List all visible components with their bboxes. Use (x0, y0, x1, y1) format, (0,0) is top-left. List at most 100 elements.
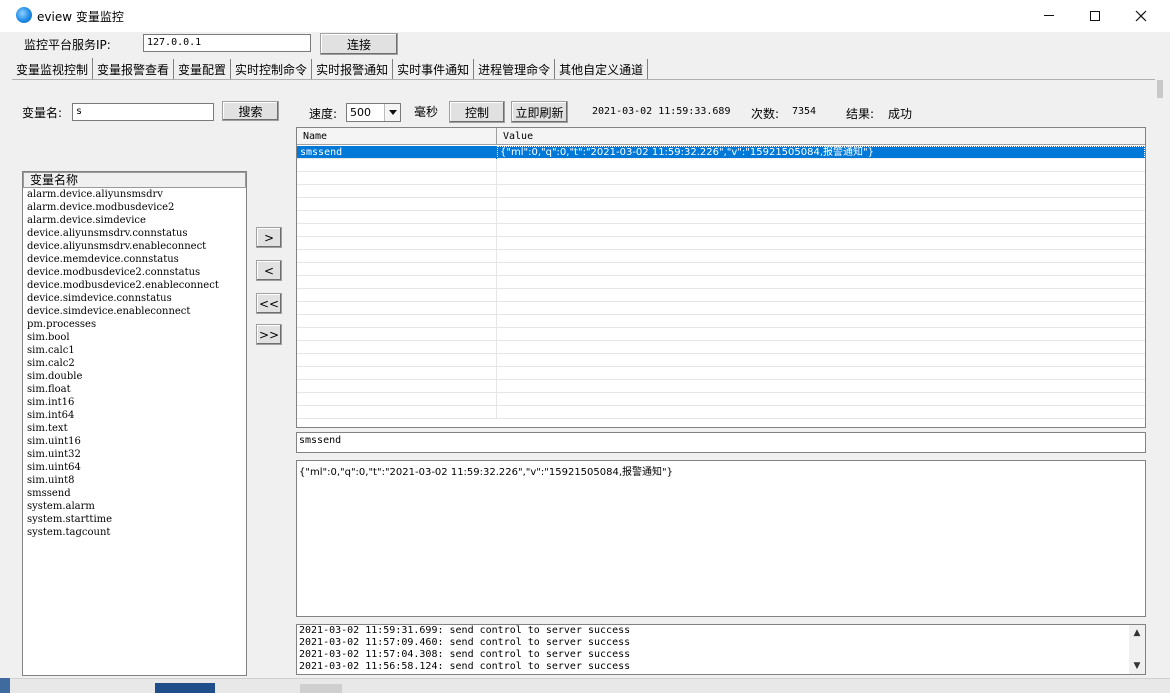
add-variable-button[interactable]: > (256, 227, 282, 248)
control-log[interactable]: 2021-03-02 11:59:31.699: send control to… (296, 624, 1146, 675)
speed-select[interactable]: 500 (346, 103, 401, 122)
tab-variable-config[interactable]: 变量配置 (174, 59, 232, 79)
grid-empty-row[interactable] (297, 341, 1145, 354)
add-all-button[interactable]: >> (256, 324, 282, 345)
variable-list-item[interactable]: device.aliyunsmsdrv.connstatus (23, 227, 246, 240)
tab-custom-channel[interactable]: 其他自定义通道 (555, 59, 649, 79)
grid-empty-row[interactable] (297, 328, 1145, 341)
scroll-up-icon[interactable]: ▲ (1129, 625, 1145, 641)
grid-empty-row[interactable] (297, 406, 1145, 419)
variable-list-item[interactable]: smssend (23, 487, 246, 500)
grid-empty-row[interactable] (297, 172, 1145, 185)
variable-list-items: alarm.device.aliyunsmsdrv alarm.device.mo… (23, 188, 246, 539)
minimize-button[interactable] (1026, 0, 1072, 31)
variable-list-item[interactable]: sim.calc2 (23, 357, 246, 370)
variable-list-item[interactable]: alarm.device.modbusdevice2 (23, 201, 246, 214)
variable-list-item[interactable]: system.starttime (23, 513, 246, 526)
grid-empty-row[interactable] (297, 289, 1145, 302)
tab-realtime-event[interactable]: 实时事件通知 (393, 59, 475, 79)
variable-list-item[interactable]: alarm.device.simdevice (23, 214, 246, 227)
search-button[interactable]: 搜索 (222, 101, 279, 121)
grid-header-value[interactable]: Value (497, 128, 1145, 145)
variable-list-item[interactable]: device.modbusdevice2.enableconnect (23, 279, 246, 292)
selected-value-editor[interactable]: {"ml":0,"q":0,"t":"2021-03-02 11:59:32.2… (296, 460, 1146, 617)
grid-cell-empty (497, 198, 1145, 211)
variable-list-item[interactable]: sim.uint32 (23, 448, 246, 461)
grid-empty-row[interactable] (297, 159, 1145, 172)
grid-cell-empty (497, 367, 1145, 380)
grid-empty-row[interactable] (297, 393, 1145, 406)
grid-empty-row[interactable] (297, 224, 1145, 237)
grid-empty-row[interactable] (297, 276, 1145, 289)
variable-list-item[interactable]: sim.int16 (23, 396, 246, 409)
grid-cell-empty (497, 159, 1145, 172)
grid-empty-row[interactable] (297, 263, 1145, 276)
grid-empty-row[interactable] (297, 250, 1145, 263)
grid-cell-empty (497, 354, 1145, 367)
grid-row[interactable]: smssend {"ml":0,"q":0,"t":"2021-03-02 11:… (297, 146, 1145, 159)
tab-variable-monitor[interactable]: 变量监视控制 (12, 58, 94, 80)
refresh-now-button[interactable]: 立即刷新 (511, 101, 568, 123)
variable-list-item[interactable]: sim.calc1 (23, 344, 246, 357)
variable-listbox[interactable]: 变量名称 alarm.device.aliyunsmsdrv alarm.devi… (22, 171, 247, 676)
grid-cell-empty (497, 328, 1145, 341)
variable-list-item[interactable]: sim.uint64 (23, 461, 246, 474)
scroll-down-icon[interactable]: ▼ (1129, 658, 1145, 674)
variable-list-item[interactable]: device.simdevice.connstatus (23, 292, 246, 305)
server-ip-input[interactable]: 127.0.0.1 (143, 34, 311, 52)
grid-cell-empty (297, 289, 497, 302)
variable-list-item[interactable]: device.modbusdevice2.connstatus (23, 266, 246, 279)
grid-empty-row[interactable] (297, 380, 1145, 393)
variable-list-item[interactable]: alarm.device.aliyunsmsdrv (23, 188, 246, 201)
grid-empty-row[interactable] (297, 315, 1145, 328)
remove-all-button[interactable]: << (256, 293, 282, 314)
grid-empty-row[interactable] (297, 237, 1145, 250)
variable-list-item[interactable]: sim.uint8 (23, 474, 246, 487)
variable-list-item[interactable]: sim.double (23, 370, 246, 383)
remove-variable-button[interactable]: < (256, 260, 282, 281)
grid-empty-row[interactable] (297, 211, 1145, 224)
tab-realtime-control[interactable]: 实时控制命令 (231, 59, 313, 79)
grid-empty-row[interactable] (297, 185, 1145, 198)
connect-button[interactable]: 连接 (320, 33, 398, 55)
variable-list-item[interactable]: sim.float (23, 383, 246, 396)
maximize-button[interactable] (1072, 0, 1118, 31)
grid-cell-empty (497, 224, 1145, 237)
control-button[interactable]: 控制 (449, 101, 505, 123)
variable-list-item[interactable]: sim.uint16 (23, 435, 246, 448)
variable-list-item[interactable]: system.alarm (23, 500, 246, 513)
tab-realtime-alarm[interactable]: 实时报警通知 (312, 59, 394, 79)
variable-search-input[interactable]: s (72, 103, 214, 121)
variable-list-item[interactable]: sim.int64 (23, 409, 246, 422)
grid-cell-empty (297, 354, 497, 367)
grid-cell-empty (297, 263, 497, 276)
close-button[interactable] (1118, 0, 1164, 31)
grid-cell-empty (297, 224, 497, 237)
tab-variable-alarms[interactable]: 变量报警查看 (93, 59, 175, 79)
variable-list-item[interactable]: device.memdevice.connstatus (23, 253, 246, 266)
variable-list-item[interactable]: system.tagcount (23, 526, 246, 539)
grid-cell-empty (497, 393, 1145, 406)
variable-list-item[interactable]: sim.bool (23, 331, 246, 344)
grid-empty-row[interactable] (297, 367, 1145, 380)
window-scrollbar[interactable] (1157, 80, 1163, 98)
log-line: 2021-03-02 11:57:04.308: send control to… (299, 649, 631, 660)
variable-name-label: 变量名: (22, 106, 63, 120)
eview-app-icon (16, 7, 32, 23)
tab-process-management[interactable]: 进程管理命令 (474, 59, 556, 79)
grid-cell-empty (297, 328, 497, 341)
grid-empty-row[interactable] (297, 354, 1145, 367)
variable-list-item[interactable]: pm.processes (23, 318, 246, 331)
selected-name-field[interactable]: smssend (296, 432, 1146, 453)
grid-cell-empty (497, 289, 1145, 302)
grid-empty-row[interactable] (297, 302, 1145, 315)
value-grid[interactable]: Name Value smssend {"ml":0,"q":0,"t":"202… (296, 127, 1146, 428)
variable-list-item[interactable]: device.aliyunsmsdrv.enableconnect (23, 240, 246, 253)
variable-list-item[interactable]: sim.text (23, 422, 246, 435)
log-scrollbar[interactable]: ▲ ▼ (1129, 625, 1145, 674)
grid-cell-empty (497, 302, 1145, 315)
grid-header-name[interactable]: Name (297, 128, 497, 145)
grid-empty-row[interactable] (297, 198, 1145, 211)
variable-list-item[interactable]: device.simdevice.enableconnect (23, 305, 246, 318)
grid-cell-empty (497, 276, 1145, 289)
